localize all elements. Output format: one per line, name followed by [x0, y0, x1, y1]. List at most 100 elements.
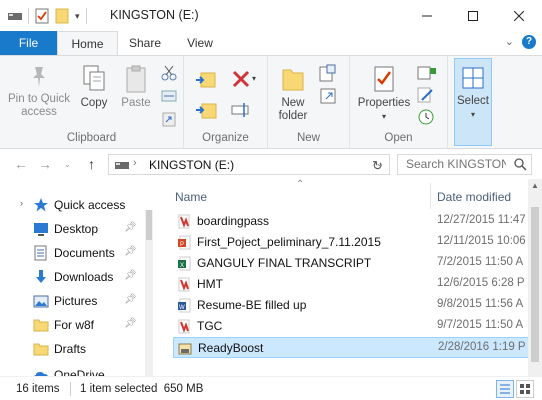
copy-path-icon[interactable] [160, 87, 178, 105]
search-box[interactable] [397, 154, 532, 175]
organize-group-label: Organize [202, 132, 249, 144]
large-icons-view-button[interactable] [516, 380, 534, 398]
open-group-label: Open [384, 132, 413, 144]
file-row[interactable]: W Resume-BE filled up 9/8/2015 11:56 A [173, 295, 542, 316]
nav-label: Documents [54, 246, 115, 260]
select-button[interactable]: Select ▾ [454, 58, 492, 146]
nav-label: Pictures [54, 294, 98, 308]
clipboard-group: Pin to Quick access Copy Paste Clipboard [0, 56, 184, 148]
open-group: Properties ▾ Open [350, 56, 448, 148]
address-bar[interactable]: › KINGSTON (E:) ⌄ [108, 154, 390, 175]
close-icon [514, 10, 524, 21]
copy-label: Copy [80, 97, 108, 109]
copy-button[interactable]: Copy [76, 64, 112, 110]
refresh-icon[interactable]: ↻ [372, 158, 383, 174]
recent-locations-icon[interactable]: ⌄ [64, 160, 71, 169]
nav-item-pictures[interactable]: Pictures 📌︎ [0, 289, 145, 313]
folder-icon [33, 343, 49, 356]
pin-to-quick-access-button[interactable]: Pin to Quick access [6, 64, 72, 119]
nav-scrollbar[interactable] [145, 210, 153, 376]
details-view-button[interactable] [496, 380, 514, 398]
qat-dropdown-icon[interactable]: ▾ [75, 11, 80, 22]
nav-item-documents[interactable]: Documents 📌︎ [0, 241, 145, 265]
properties-dropdown-icon: ▾ [381, 112, 386, 121]
file-date: 12/11/2015 10:06 [437, 235, 526, 247]
nav-item-desktop[interactable]: Desktop 📌︎ [0, 217, 145, 241]
path-chevron-icon[interactable]: › [133, 157, 137, 169]
close-button[interactable] [496, 0, 542, 31]
file-list-scrollbar-thumb[interactable] [531, 207, 539, 362]
new-group-label: New [296, 132, 320, 144]
edit-icon[interactable] [416, 86, 436, 104]
new-folder-qat-icon[interactable] [55, 8, 69, 24]
new-item-icon[interactable] [318, 64, 342, 84]
delete-icon[interactable] [230, 68, 252, 90]
help-button[interactable]: ? [522, 35, 536, 49]
file-name: GANGULY FINAL TRANSCRIPT [197, 256, 372, 270]
copy-to-icon[interactable] [194, 100, 218, 122]
properties-button[interactable]: Properties ▾ [356, 64, 412, 123]
column-separator[interactable] [430, 183, 431, 209]
forward-arrow-icon[interactable]: → [38, 156, 52, 172]
column-header-date[interactable]: Date modified [437, 190, 511, 204]
nav-scrollbar-thumb[interactable] [146, 210, 152, 240]
file-name: First_Poject_peliminary_7.11.2015 [197, 235, 381, 249]
nav-item-drafts[interactable]: Drafts [0, 337, 145, 361]
pdf-icon [178, 277, 190, 292]
file-row[interactable]: boardingpass 12/27/2015 11:47 [173, 211, 542, 232]
minimize-button[interactable] [404, 0, 450, 31]
file-row[interactable]: TGC 9/7/2015 11:50 A [173, 316, 542, 337]
history-icon[interactable] [416, 108, 436, 126]
back-arrow-icon[interactable]: ← [14, 156, 28, 172]
expand-ribbon-icon[interactable]: ⌄ [505, 35, 514, 49]
scroll-up-icon[interactable]: ▲ [531, 181, 539, 190]
file-date: 9/7/2015 11:50 A [437, 319, 524, 331]
tab-share[interactable]: Share [120, 31, 170, 55]
maximize-button[interactable] [450, 0, 496, 31]
cut-icon[interactable] [160, 64, 178, 82]
paste-shortcut-icon[interactable] [160, 110, 178, 128]
organize-group: ▾ Organize [184, 56, 268, 148]
nav-item-quick-access[interactable]: › Quick access [0, 193, 145, 217]
nav-label: Drafts [54, 342, 87, 356]
paste-button[interactable]: Paste [118, 64, 154, 110]
move-to-icon[interactable] [194, 68, 218, 92]
file-row[interactable]: P First_Poject_peliminary_7.11.2015 12/1… [173, 232, 542, 253]
nav-item-for-w8f[interactable]: For w8f 📌︎ [0, 313, 145, 337]
file-row-selected[interactable]: ReadyBoost 2/28/2016 1:19 P [173, 337, 542, 358]
search-icon [514, 158, 527, 171]
paste-label: Paste [121, 97, 151, 109]
file-row[interactable]: X GANGULY FINAL TRANSCRIPT 7/2/2015 11:5… [173, 253, 542, 274]
nav-label: Downloads [54, 270, 114, 284]
nav-item-downloads[interactable]: Downloads 📌︎ [0, 265, 145, 289]
chevron-down-icon[interactable]: › [20, 198, 23, 208]
properties-label: Properties [357, 97, 411, 109]
nav-item-onedrive[interactable]: OneDrive [0, 363, 145, 376]
status-separator [70, 382, 71, 396]
file-list-scrollbar[interactable]: ▲ [528, 179, 542, 376]
open-icon[interactable] [416, 64, 438, 82]
easy-access-icon[interactable] [318, 86, 342, 106]
ribbon-controls: ⌄ ? [505, 35, 536, 49]
tab-view[interactable]: View [174, 31, 226, 55]
file-list: ⌃ Name Date modified boardingpass 12/27/… [157, 179, 542, 376]
documents-icon [34, 245, 47, 261]
delete-dropdown-icon[interactable]: ▾ [252, 74, 256, 83]
new-folder-button[interactable]: New folder [274, 64, 312, 123]
file-row[interactable]: HMT 12/6/2015 6:28 P [173, 274, 542, 295]
up-arrow-icon[interactable]: ↑ [88, 156, 95, 172]
window-title: KINGSTON (E:) [110, 8, 199, 22]
file-name: ReadyBoost [198, 341, 264, 355]
pin-label: Pin to Quick access [8, 93, 70, 118]
downloads-icon [36, 270, 46, 283]
svg-text:P: P [180, 242, 184, 248]
file-name: boardingpass [197, 214, 270, 228]
properties-qat-icon[interactable] [35, 8, 49, 24]
column-header-name[interactable]: Name [175, 190, 207, 204]
nav-label: Quick access [54, 198, 126, 212]
search-input[interactable] [406, 157, 506, 171]
paste-icon [126, 65, 146, 93]
rename-icon[interactable] [230, 100, 252, 120]
tab-file[interactable]: File [0, 31, 57, 55]
tab-home[interactable]: Home [57, 31, 118, 56]
